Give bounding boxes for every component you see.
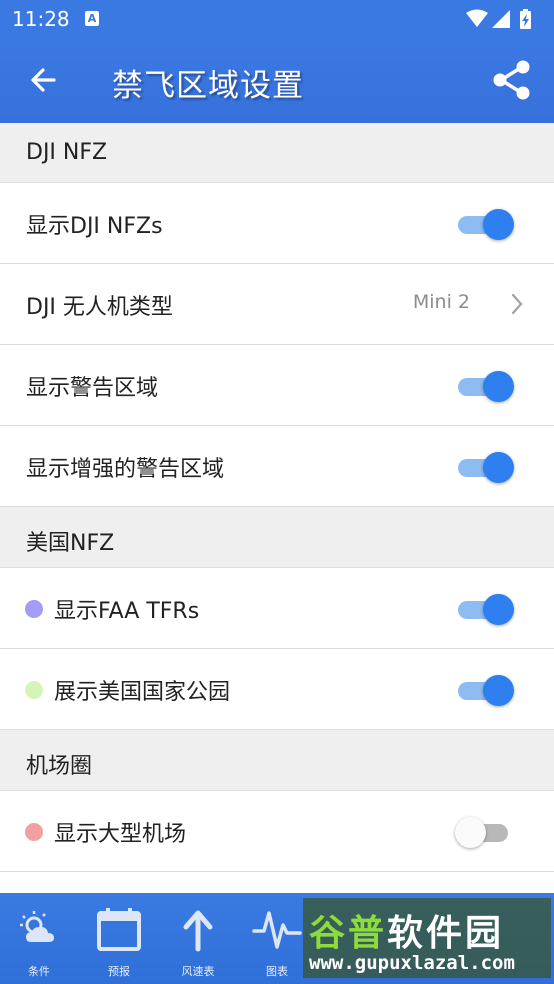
legend-dot-icon [25,681,43,699]
setting-row-drone-type[interactable]: DJI 无人机类型 Mini 2 [0,264,554,345]
nav-label: 条件 [28,965,50,978]
notification-icon: A [85,11,99,26]
nav-label: 预报 [108,965,130,978]
watermark-title: 谷普软件园 [309,904,504,956]
section-header-dji-nfz: DJI NFZ [0,123,554,183]
nav-item-conditions[interactable]: 条件 [0,893,78,984]
setting-label: 显示大型机场 [54,822,187,847]
signal-icon [492,10,510,28]
toggle-switch[interactable] [458,369,514,403]
setting-row-show-enhanced-warning-zones[interactable]: 显示增强的警告区域 [0,426,554,507]
setting-row-show-large-airports[interactable]: 显示大型机场 [0,791,554,872]
pulse-icon [252,911,302,949]
setting-label: 显示警告区域 [26,376,159,401]
chevron-right-icon [511,293,523,315]
setting-row-show-warning-zones[interactable]: 显示警告区域 [0,345,554,426]
section-title: 机场圈 [26,754,93,779]
setting-label: DJI 无人机类型 [26,295,173,320]
status-time: 11:28 [12,7,70,31]
setting-label: 显示FAA TFRs [54,599,200,624]
app-bar: 禁飞区域设置 [0,38,554,123]
setting-row-show-national-parks[interactable]: 展示美国国家公园 [0,649,554,730]
back-arrow-icon[interactable] [24,60,64,100]
setting-label: 显示DJI NFZs [26,214,163,239]
watermark-logo: 谷普软件园 www.gupuxlazal.com [303,898,551,978]
weather-icon [20,911,54,942]
section-header-us-nfz: 美国NFZ [0,507,554,568]
watermark-title-part1: 谷普 [309,913,388,954]
toggle-switch[interactable] [458,450,514,484]
section-title: DJI NFZ [26,140,108,165]
wifi-icon [466,9,488,27]
drone-type-value: Mini 2 [412,291,470,313]
setting-row-show-faa-tfrs[interactable]: 显示FAA TFRs [0,568,554,649]
calendar-icon [97,908,141,951]
toggle-switch[interactable] [458,673,514,707]
nav-item-forecast[interactable]: 预报 [80,893,158,984]
setting-label: 展示美国国家公园 [54,680,231,705]
toggle-switch[interactable] [458,592,514,626]
page-title: 禁飞区域设置 [112,68,304,104]
nav-item-wind-meter[interactable]: 风速表 [159,893,237,984]
share-icon[interactable] [490,58,534,102]
watermark-url: www.gupuxlazal.com [309,952,515,974]
setting-label: 显示增强的警告区域 [26,457,225,482]
section-title: 美国NFZ [26,531,115,556]
nav-label: 风速表 [181,965,215,978]
legend-dot-icon [25,600,43,618]
setting-row-show-dji-nfzs[interactable]: 显示DJI NFZs [0,183,554,264]
toggle-switch[interactable] [455,815,514,849]
arrow-up-icon [183,910,213,952]
toggle-switch[interactable] [458,207,514,241]
section-header-airport-circles: 机场圈 [0,730,554,791]
legend-dot-icon [25,823,43,841]
status-bar: 11:28 A [0,0,554,38]
watermark-title-part2: 软件园 [387,913,505,954]
signal-battery-icons [466,9,531,29]
